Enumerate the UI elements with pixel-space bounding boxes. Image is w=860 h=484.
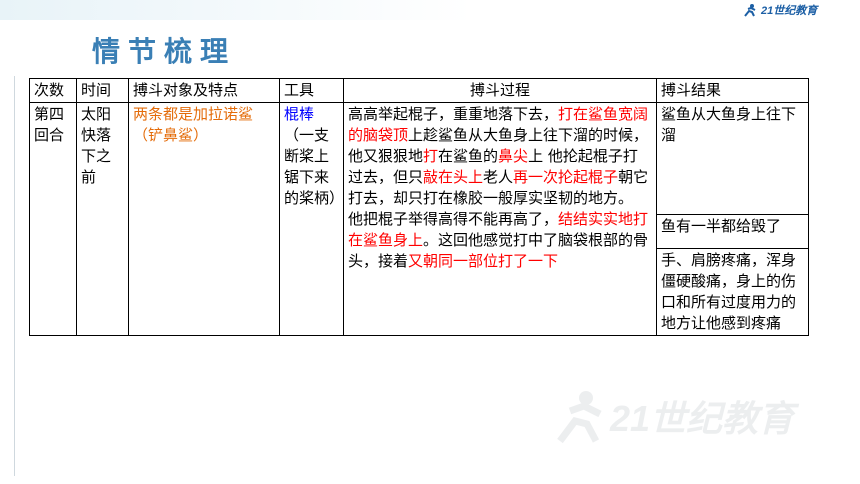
process-segment: 高高举起棍子，重重地落下去， xyxy=(348,105,559,123)
process-segment: 打 xyxy=(423,147,439,165)
logo: 21世纪教育 xyxy=(742,2,832,18)
cell-time: 太阳快落下之前 xyxy=(76,102,129,336)
cell-target: 两条都是加拉诺鲨（铲鼻鲨） xyxy=(128,102,280,336)
process-segment: 在鲨鱼的 xyxy=(438,147,499,165)
runner-logo-icon xyxy=(744,4,756,17)
cell-result-3: 手、肩膀疼痛，浑身僵硬酸痛，身上的伤口和所有过度用力的地方让他感到疼痛 xyxy=(656,248,809,336)
table-row: 第四回合 太阳快落下之前 两条都是加拉诺鲨（铲鼻鲨） 棍棒 （一支断桨上锯下来的桨… xyxy=(29,102,809,336)
left-accent-line xyxy=(14,76,23,476)
header-process: 搏斗过程 xyxy=(343,78,657,103)
watermark-text: 21世纪教育 xyxy=(610,398,795,439)
cell-result-2: 鱼有一半都给毁了 xyxy=(656,214,809,249)
header-tool: 工具 xyxy=(279,78,344,103)
header-result: 搏斗结果 xyxy=(656,78,809,103)
cell-count: 第四回合 xyxy=(29,102,77,336)
watermark: 21世纪教育 xyxy=(550,386,820,456)
tool-note: （一支断桨上锯下来的桨柄） xyxy=(284,126,345,207)
cell-tool: 棍棒 （一支断桨上锯下来的桨柄） xyxy=(279,102,345,336)
process-segment: 鼻尖 xyxy=(498,147,529,165)
header-count: 次数 xyxy=(29,78,77,103)
tool-main: 棍棒 xyxy=(284,105,315,123)
process-text: 高高举起棍子，重重地落下去，打在鲨鱼宽阔的脑袋顶上趁鲨鱼从大鱼身上往下溜的时候，… xyxy=(348,105,648,270)
watermark-runner-icon xyxy=(557,391,602,444)
header-time: 时间 xyxy=(76,78,129,103)
logo-text: 21世纪教育 xyxy=(761,5,818,17)
process-segment: 老人 xyxy=(483,168,514,186)
plot-table: 次数 时间 搏斗对象及特点 工具 搏斗过程 搏斗结果 第四回合 太阳快落下之前 … xyxy=(29,78,809,336)
header-row: 次数 时间 搏斗对象及特点 工具 搏斗过程 搏斗结果 xyxy=(29,78,809,103)
process-segment: 敲在头上 xyxy=(423,168,484,186)
cell-result-1: 鲨鱼从大鱼身上往下溜 xyxy=(656,102,809,215)
page-title: 情节梳理 xyxy=(92,35,237,68)
header-target: 搏斗对象及特点 xyxy=(128,78,280,103)
process-segment: 又朝同一部位打了一下 xyxy=(408,252,559,270)
process-segment: 再一次抡起棍子 xyxy=(513,168,619,186)
top-band xyxy=(0,0,860,20)
cell-process: 高高举起棍子，重重地落下去，打在鲨鱼宽阔的脑袋顶上趁鲨鱼从大鱼身上往下溜的时候，… xyxy=(343,102,657,336)
